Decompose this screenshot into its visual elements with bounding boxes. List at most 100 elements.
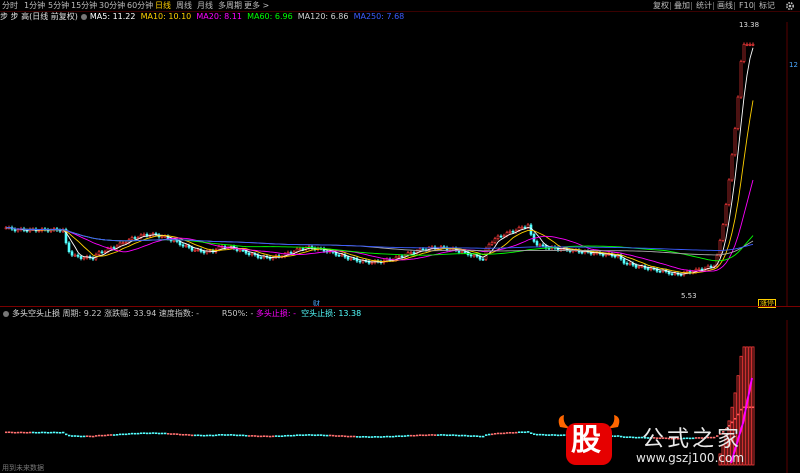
- stop-level-mark: [14, 431, 17, 434]
- stop-level-mark: [524, 431, 527, 434]
- stop-level-mark: [491, 433, 494, 436]
- stop-level-mark: [344, 435, 347, 438]
- stop-level-mark: [371, 436, 374, 438]
- candle-body: [172, 240, 176, 242]
- f10-button[interactable]: F10: [739, 0, 754, 11]
- candle-body: [175, 240, 179, 242]
- stop-level-mark: [278, 435, 281, 438]
- stop-level-mark: [446, 434, 449, 437]
- stop-level-mark: [284, 435, 287, 437]
- candle-body: [241, 249, 245, 252]
- tab-intraday[interactable]: 分时: [2, 0, 18, 11]
- stop-level-mark: [347, 435, 350, 438]
- mark-button[interactable]: 标记: [759, 0, 775, 11]
- stop-level-mark: [56, 431, 59, 434]
- stop-level-mark: [47, 431, 50, 434]
- candle-body: [517, 227, 521, 231]
- stop-level-mark: [299, 434, 302, 436]
- stop-level-mark: [128, 433, 131, 435]
- tab-daily[interactable]: 日线: [155, 0, 171, 11]
- stop-level-mark: [413, 434, 416, 437]
- overlay-button[interactable]: 叠加: [674, 0, 690, 11]
- stop-level-mark: [245, 434, 248, 437]
- candle-body: [238, 249, 242, 252]
- candle-body: [142, 233, 146, 236]
- candle-body: [625, 262, 629, 265]
- stop-level-mark: [182, 433, 185, 436]
- indicator-name: 多头空头止损: [12, 309, 60, 318]
- stop-level-mark: [8, 431, 11, 434]
- stop-level-mark: [389, 435, 392, 438]
- statistics-button[interactable]: 统计: [696, 0, 712, 11]
- candle-body: [493, 238, 497, 243]
- stop-level-mark: [362, 435, 365, 438]
- candle-body: [733, 128, 737, 156]
- tab-multi-period[interactable]: 多周期: [218, 0, 242, 11]
- tab-1min[interactable]: 1分钟: [24, 0, 45, 11]
- candle-body: [73, 254, 77, 257]
- stop-level-mark: [296, 434, 299, 436]
- stop-level-mark: [431, 434, 434, 436]
- candle-body: [739, 61, 743, 98]
- speed-index-value: 速度指数: -: [158, 309, 199, 318]
- candle-body: [301, 248, 305, 250]
- stop-level-mark: [65, 433, 68, 436]
- candle-body: [400, 255, 404, 258]
- candle-body: [79, 256, 83, 259]
- candle-body: [622, 258, 626, 264]
- stop-level-mark: [257, 435, 260, 438]
- stop-level-mark: [92, 435, 95, 438]
- candle-body: [502, 235, 506, 237]
- stop-level-mark: [341, 435, 344, 437]
- candle-body: [103, 251, 107, 253]
- stop-level-mark: [242, 434, 245, 437]
- candle-body: [508, 230, 512, 233]
- candlestick-chart[interactable]: [0, 22, 800, 306]
- stop-level-mark: [236, 434, 239, 437]
- short-stop-value: 空头止损: 13.38: [301, 309, 362, 318]
- stop-level-mark: [170, 433, 173, 435]
- candle-body: [193, 249, 197, 252]
- stop-level-mark: [74, 435, 77, 437]
- ma60-line: [5, 227, 754, 262]
- gear-icon[interactable]: [785, 1, 795, 11]
- tab-60min[interactable]: 60分钟: [127, 0, 153, 11]
- settings-dot-icon[interactable]: [3, 310, 9, 317]
- tab-30min[interactable]: 30分钟: [99, 0, 125, 11]
- stop-level-mark: [515, 431, 518, 434]
- candle-body: [340, 254, 344, 257]
- candle-body: [70, 251, 74, 256]
- stop-level-mark: [440, 434, 443, 436]
- stop-level-mark: [548, 434, 551, 436]
- draw-line-button[interactable]: 画线: [717, 0, 733, 11]
- stop-level-mark: [59, 431, 62, 434]
- ma5-line: [5, 47, 754, 275]
- tab-weekly[interactable]: 周线: [176, 0, 192, 11]
- candle-body: [259, 257, 263, 259]
- candle-body: [160, 236, 164, 238]
- price-axis-label: 12: [789, 61, 798, 69]
- stop-level-mark: [503, 432, 506, 435]
- stop-level-mark: [44, 431, 47, 434]
- tab-5min[interactable]: 5分钟: [48, 0, 69, 11]
- candle-body: [580, 251, 584, 254]
- rise-fall-value: 涨跌幅: 33.94: [104, 309, 157, 318]
- candle-body: [112, 247, 116, 249]
- candle-body: [352, 258, 356, 260]
- stop-level-mark: [77, 435, 80, 438]
- stop-level-mark: [161, 432, 164, 435]
- tab-15min[interactable]: 15分钟: [71, 0, 97, 11]
- ma-legend: 步 步 高(日线 前复权) MA5: 11.22 MA10: 10.10 MA20…: [0, 11, 780, 22]
- stop-level-mark: [545, 434, 548, 436]
- adjust-button[interactable]: 复权: [653, 0, 669, 11]
- stop-level-mark: [401, 435, 404, 438]
- stop-level-mark: [392, 435, 395, 438]
- stop-level-mark: [419, 434, 422, 436]
- stop-level-mark: [323, 434, 326, 437]
- stop-level-mark: [311, 434, 314, 436]
- tab-monthly[interactable]: 月线: [197, 0, 213, 11]
- settings-dot-icon[interactable]: [80, 13, 87, 20]
- tab-more[interactable]: 更多 >: [244, 0, 269, 11]
- candle-body: [346, 256, 350, 260]
- stop-level-mark: [485, 434, 488, 436]
